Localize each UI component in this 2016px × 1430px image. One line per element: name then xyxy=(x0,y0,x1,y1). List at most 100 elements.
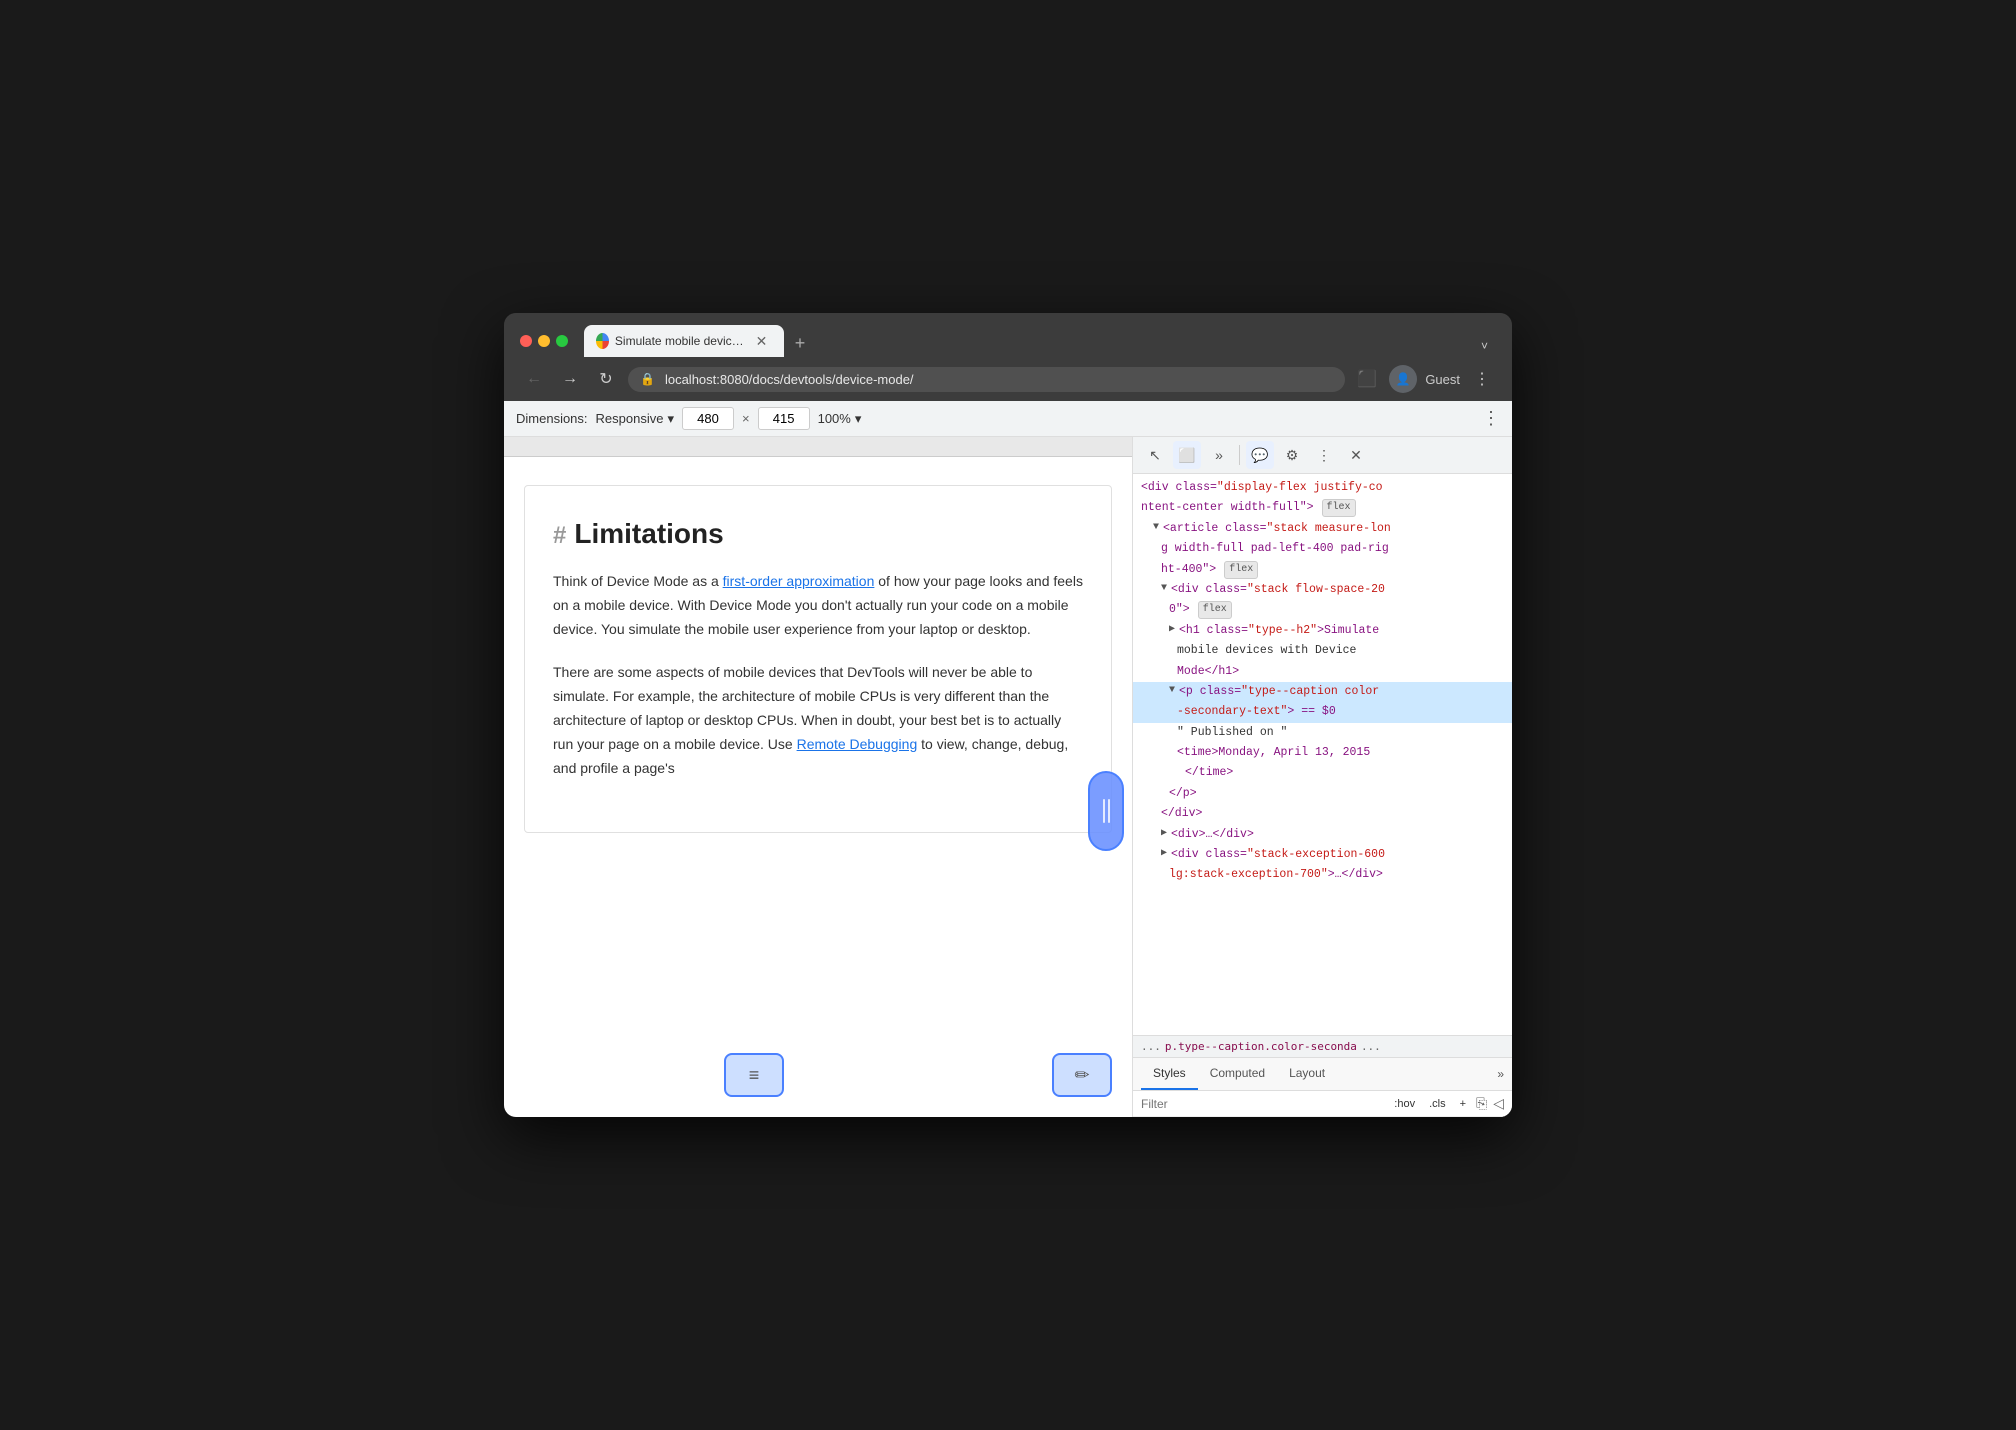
html-line: <article class="stack measure-lon xyxy=(1133,519,1512,539)
height-input[interactable]: 415 xyxy=(758,407,810,430)
cursor-tool-button[interactable]: ↖ xyxy=(1141,441,1169,469)
tabs-area: Simulate mobile devices with D ✕ + ˅ xyxy=(584,325,1496,357)
title-bar: Simulate mobile devices with D ✕ + ˅ xyxy=(504,313,1512,357)
first-paragraph: Think of Device Mode as a first-order ap… xyxy=(553,570,1083,641)
zoom-dropdown[interactable]: 100% ▾ xyxy=(818,411,862,427)
html-line: ntent-center width-full"> flex xyxy=(1133,498,1512,518)
computed-style-icon[interactable]: ◁ xyxy=(1493,1095,1504,1112)
article-heading: # Limitations xyxy=(553,518,1083,550)
html-line: <div class="stack-exception-600 xyxy=(1133,845,1512,865)
edit-icon: ✏ xyxy=(1074,1065,1089,1086)
triangle-icon[interactable] xyxy=(1161,826,1167,842)
close-button[interactable] xyxy=(520,335,532,347)
page-inner[interactable]: # Limitations Think of Device Mode as a … xyxy=(504,457,1132,1117)
tab-more-button[interactable]: ˅ xyxy=(1473,335,1496,357)
triangle-icon[interactable] xyxy=(1153,520,1159,536)
breadcrumb-ellipsis-end: ... xyxy=(1361,1040,1381,1053)
page-content: # Limitations Think of Device Mode as a … xyxy=(504,437,1132,1117)
device-icon: ⬜ xyxy=(1178,447,1195,464)
browser-window: Simulate mobile devices with D ✕ + ˅ ← →… xyxy=(504,313,1512,1117)
triangle-icon[interactable] xyxy=(1161,581,1167,597)
bottom-edit-button[interactable]: ✏ xyxy=(1052,1053,1112,1097)
add-style-button[interactable]: + xyxy=(1456,1096,1470,1112)
html-line: <div class="display-flex justify-co xyxy=(1133,478,1512,498)
article-card: # Limitations Think of Device Mode as a … xyxy=(524,485,1112,833)
zoom-arrow-icon: ▾ xyxy=(855,411,862,427)
handle-lines xyxy=(1103,799,1110,823)
html-line: <time>Monday, April 13, 2015 xyxy=(1133,743,1512,763)
tab-computed[interactable]: Computed xyxy=(1198,1058,1277,1090)
handle-line-2 xyxy=(1108,799,1110,823)
handle-line-1 xyxy=(1103,799,1105,823)
console-icon: 💬 xyxy=(1251,447,1268,464)
dimensions-dropdown[interactable]: Responsive ▾ xyxy=(596,411,674,427)
cursor-icon: ↖ xyxy=(1149,447,1161,464)
toolbar-more-button[interactable]: ⋮ xyxy=(1482,408,1500,429)
tab-favicon xyxy=(596,333,609,349)
minimize-button[interactable] xyxy=(538,335,550,347)
lock-icon: 🔒 xyxy=(640,372,655,386)
remote-debugging-link[interactable]: Remote Debugging xyxy=(797,736,918,752)
copy-style-icon[interactable]: ⎘ xyxy=(1476,1095,1487,1112)
forward-button[interactable]: → xyxy=(556,365,584,393)
tab-close-icon[interactable]: ✕ xyxy=(755,333,768,349)
window-toggle-icon[interactable]: ⬛ xyxy=(1353,365,1381,393)
devtools-close-button[interactable]: ✕ xyxy=(1342,441,1370,469)
heading-hash: # xyxy=(553,522,566,550)
second-paragraph: There are some aspects of mobile devices… xyxy=(553,661,1083,780)
html-line: lg:stack-exception-700">…</div> xyxy=(1133,865,1512,885)
cls-button[interactable]: .cls xyxy=(1425,1096,1450,1112)
triangle-icon[interactable] xyxy=(1169,622,1175,638)
devtools-kebab-button[interactable]: ⋮ xyxy=(1310,441,1338,469)
address-bar: ← → ↻ 🔒 localhost:8080/docs/devtools/dev… xyxy=(504,357,1512,401)
html-line: <h1 class="type--h2">Simulate xyxy=(1133,621,1512,641)
tab-styles[interactable]: Styles xyxy=(1141,1058,1198,1090)
traffic-lights xyxy=(520,335,568,347)
device-mode-button[interactable]: ⬜ xyxy=(1173,441,1201,469)
profile-button[interactable]: 👤 xyxy=(1389,365,1417,393)
html-line: </div> xyxy=(1133,804,1512,824)
html-line: mobile devices with Device xyxy=(1133,641,1512,661)
first-order-link[interactable]: first-order approximation xyxy=(723,573,875,589)
width-input[interactable]: 480 xyxy=(682,407,734,430)
devtools-header: ↖ ⬜ » 💬 ⚙ ⋮ ✕ xyxy=(1133,437,1512,474)
dimension-separator: × xyxy=(742,411,750,426)
browser-menu-button[interactable]: ⋮ xyxy=(1468,365,1496,393)
tab-layout[interactable]: Layout xyxy=(1277,1058,1337,1090)
styles-filter-input[interactable] xyxy=(1141,1097,1384,1111)
zoom-value: 100% xyxy=(818,411,851,426)
html-line-selected[interactable]: <p class="type--caption color xyxy=(1133,682,1512,702)
breadcrumb-ellipsis: ... xyxy=(1141,1040,1161,1053)
html-line: <div>…</div> xyxy=(1133,825,1512,845)
styles-more-button[interactable]: » xyxy=(1497,1067,1504,1081)
dimensions-label: Dimensions: xyxy=(516,411,588,426)
more-tools-button[interactable]: » xyxy=(1205,441,1233,469)
heading-text: Limitations xyxy=(574,518,723,550)
html-line: <div class="stack flow-space-20 xyxy=(1133,580,1512,600)
refresh-button[interactable]: ↻ xyxy=(592,365,620,393)
console-button[interactable]: 💬 xyxy=(1246,441,1274,469)
close-icon: ✕ xyxy=(1350,447,1362,464)
triangle-icon[interactable] xyxy=(1161,846,1167,862)
bottom-menu-button[interactable]: ≡ xyxy=(724,1053,784,1097)
ruler-top xyxy=(504,437,1132,457)
resize-handle-right[interactable] xyxy=(1088,771,1124,851)
maximize-button[interactable] xyxy=(556,335,568,347)
active-tab[interactable]: Simulate mobile devices with D ✕ xyxy=(584,325,784,357)
dropdown-arrow-icon: ▾ xyxy=(667,411,674,427)
breadcrumb-selector[interactable]: p.type--caption.color-seconda xyxy=(1165,1040,1357,1053)
more-icon: » xyxy=(1215,447,1223,463)
address-wrapper[interactable]: 🔒 localhost:8080/docs/devtools/device-mo… xyxy=(628,367,1345,392)
settings-button[interactable]: ⚙ xyxy=(1278,441,1306,469)
html-line: </time> xyxy=(1133,763,1512,783)
triangle-icon[interactable] xyxy=(1169,683,1175,699)
html-panel[interactable]: <div class="display-flex justify-co nten… xyxy=(1133,474,1512,1035)
html-line-selected: -secondary-text"> == $0 xyxy=(1133,702,1512,722)
html-line: g width-full pad-left-400 pad-rig xyxy=(1133,539,1512,559)
hov-button[interactable]: :hov xyxy=(1390,1096,1419,1112)
html-line: " Published on " xyxy=(1133,723,1512,743)
back-button[interactable]: ← xyxy=(520,365,548,393)
styles-tabs: Styles Computed Layout » xyxy=(1133,1058,1512,1091)
new-tab-button[interactable]: + xyxy=(786,329,814,357)
device-toolbar: Dimensions: Responsive ▾ 480 × 415 100% … xyxy=(504,401,1512,437)
